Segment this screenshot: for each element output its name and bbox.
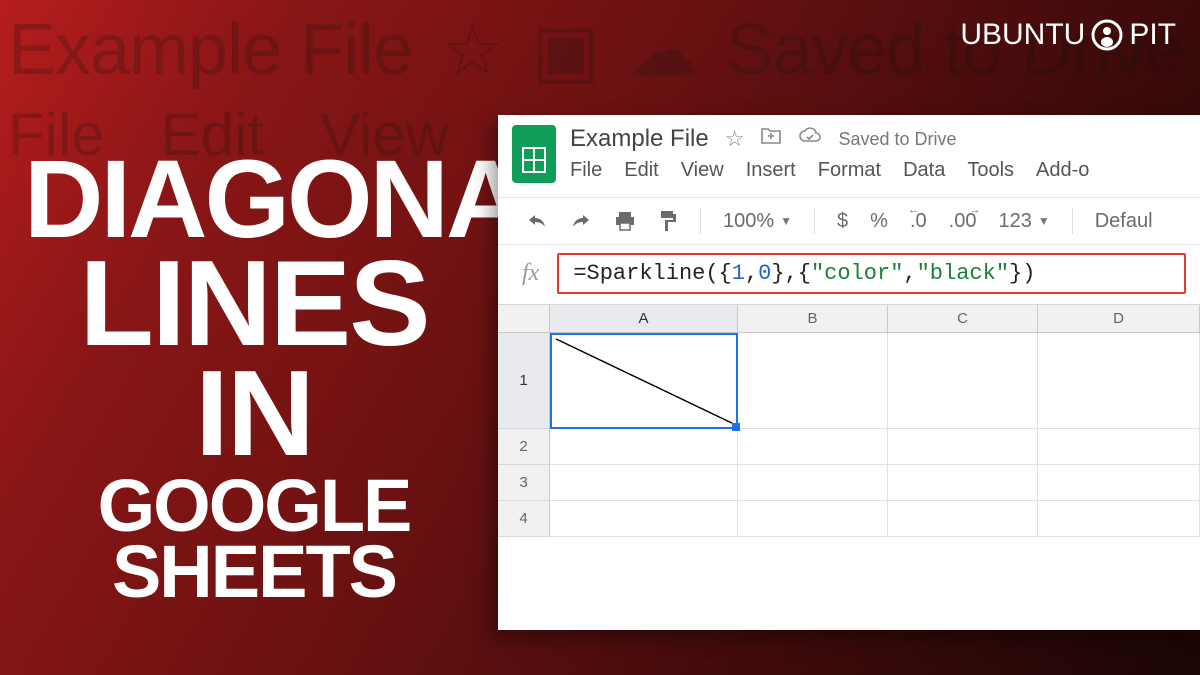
- column-header-b[interactable]: B: [738, 305, 888, 333]
- menu-view[interactable]: View: [681, 159, 724, 182]
- move-to-folder-icon[interactable]: [760, 127, 782, 151]
- star-icon: ☆: [440, 8, 504, 92]
- ubuntupit-logo: UBUNTU PIT: [960, 18, 1176, 52]
- toolbar-separator: [814, 208, 815, 234]
- undo-icon[interactable]: [526, 212, 548, 230]
- column-header-d[interactable]: D: [1038, 305, 1200, 333]
- star-icon[interactable]: ☆: [725, 126, 745, 152]
- saved-to-drive-label: Saved to Drive: [838, 129, 956, 150]
- select-all-cell[interactable]: [498, 305, 550, 333]
- paint-format-icon[interactable]: [658, 210, 678, 232]
- percent-button[interactable]: %: [870, 210, 888, 233]
- menu-addons[interactable]: Add-o: [1036, 159, 1089, 182]
- doc-title[interactable]: Example File: [570, 125, 709, 153]
- increase-decimal-button[interactable]: .00→: [949, 210, 977, 233]
- penguin-icon: [1091, 19, 1123, 51]
- headline: DIAGONAL LINES IN GOOGLE SHEETS: [24, 150, 484, 606]
- sparkline-diagonal: [552, 335, 736, 427]
- row-header-4[interactable]: 4: [498, 501, 550, 537]
- column-header-a[interactable]: A: [550, 305, 738, 333]
- number-format-dropdown[interactable]: 123 ▼: [998, 210, 1049, 233]
- brand-text-pit: PIT: [1129, 18, 1176, 52]
- menu-file[interactable]: File: [570, 159, 602, 182]
- zoom-dropdown[interactable]: 100% ▼: [723, 210, 792, 233]
- brand-text-ubuntu: UBUNTU: [960, 18, 1085, 52]
- font-dropdown[interactable]: Defaul: [1095, 210, 1153, 233]
- cell-grid[interactable]: [550, 333, 1200, 537]
- currency-button[interactable]: $: [837, 210, 848, 233]
- cloud-icon: ☁: [627, 8, 698, 92]
- fill-handle[interactable]: [732, 423, 740, 431]
- fx-icon: fx: [522, 260, 539, 287]
- zoom-value: 100%: [723, 210, 774, 233]
- move-icon: ▣: [532, 8, 599, 92]
- sheets-logo-icon[interactable]: [512, 125, 556, 183]
- selected-cell-a1[interactable]: [550, 333, 738, 429]
- headline-line-2: LINES IN: [24, 249, 484, 469]
- menu-data[interactable]: Data: [903, 159, 945, 182]
- column-header-c[interactable]: C: [888, 305, 1038, 333]
- cloud-saved-icon[interactable]: [798, 127, 822, 151]
- row-header-2[interactable]: 2: [498, 429, 550, 465]
- toolbar: 100% ▼ $ % .0← .00→ 123 ▼ Defaul: [498, 197, 1200, 245]
- redo-icon[interactable]: [570, 212, 592, 230]
- bg-doc-title: Example File: [8, 9, 412, 91]
- row-header-3[interactable]: 3: [498, 465, 550, 501]
- formula-bar[interactable]: =Sparkline({1,0},{"color","black"}): [557, 253, 1186, 294]
- sheets-window: Example File ☆ Saved to Drive File Edit …: [498, 115, 1200, 630]
- menu-insert[interactable]: Insert: [746, 159, 796, 182]
- menu-format[interactable]: Format: [818, 159, 881, 182]
- headline-line-3: GOOGLE SHEETS: [24, 473, 484, 606]
- toolbar-separator: [1072, 208, 1073, 234]
- toolbar-separator: [700, 208, 701, 234]
- menu-edit[interactable]: Edit: [624, 159, 658, 182]
- chevron-down-icon: ▼: [1038, 214, 1050, 228]
- decrease-decimal-button[interactable]: .0←: [910, 210, 927, 233]
- menu-tools[interactable]: Tools: [967, 159, 1014, 182]
- chevron-down-icon: ▼: [780, 214, 792, 228]
- print-icon[interactable]: [614, 211, 636, 231]
- row-header-1[interactable]: 1: [498, 333, 550, 429]
